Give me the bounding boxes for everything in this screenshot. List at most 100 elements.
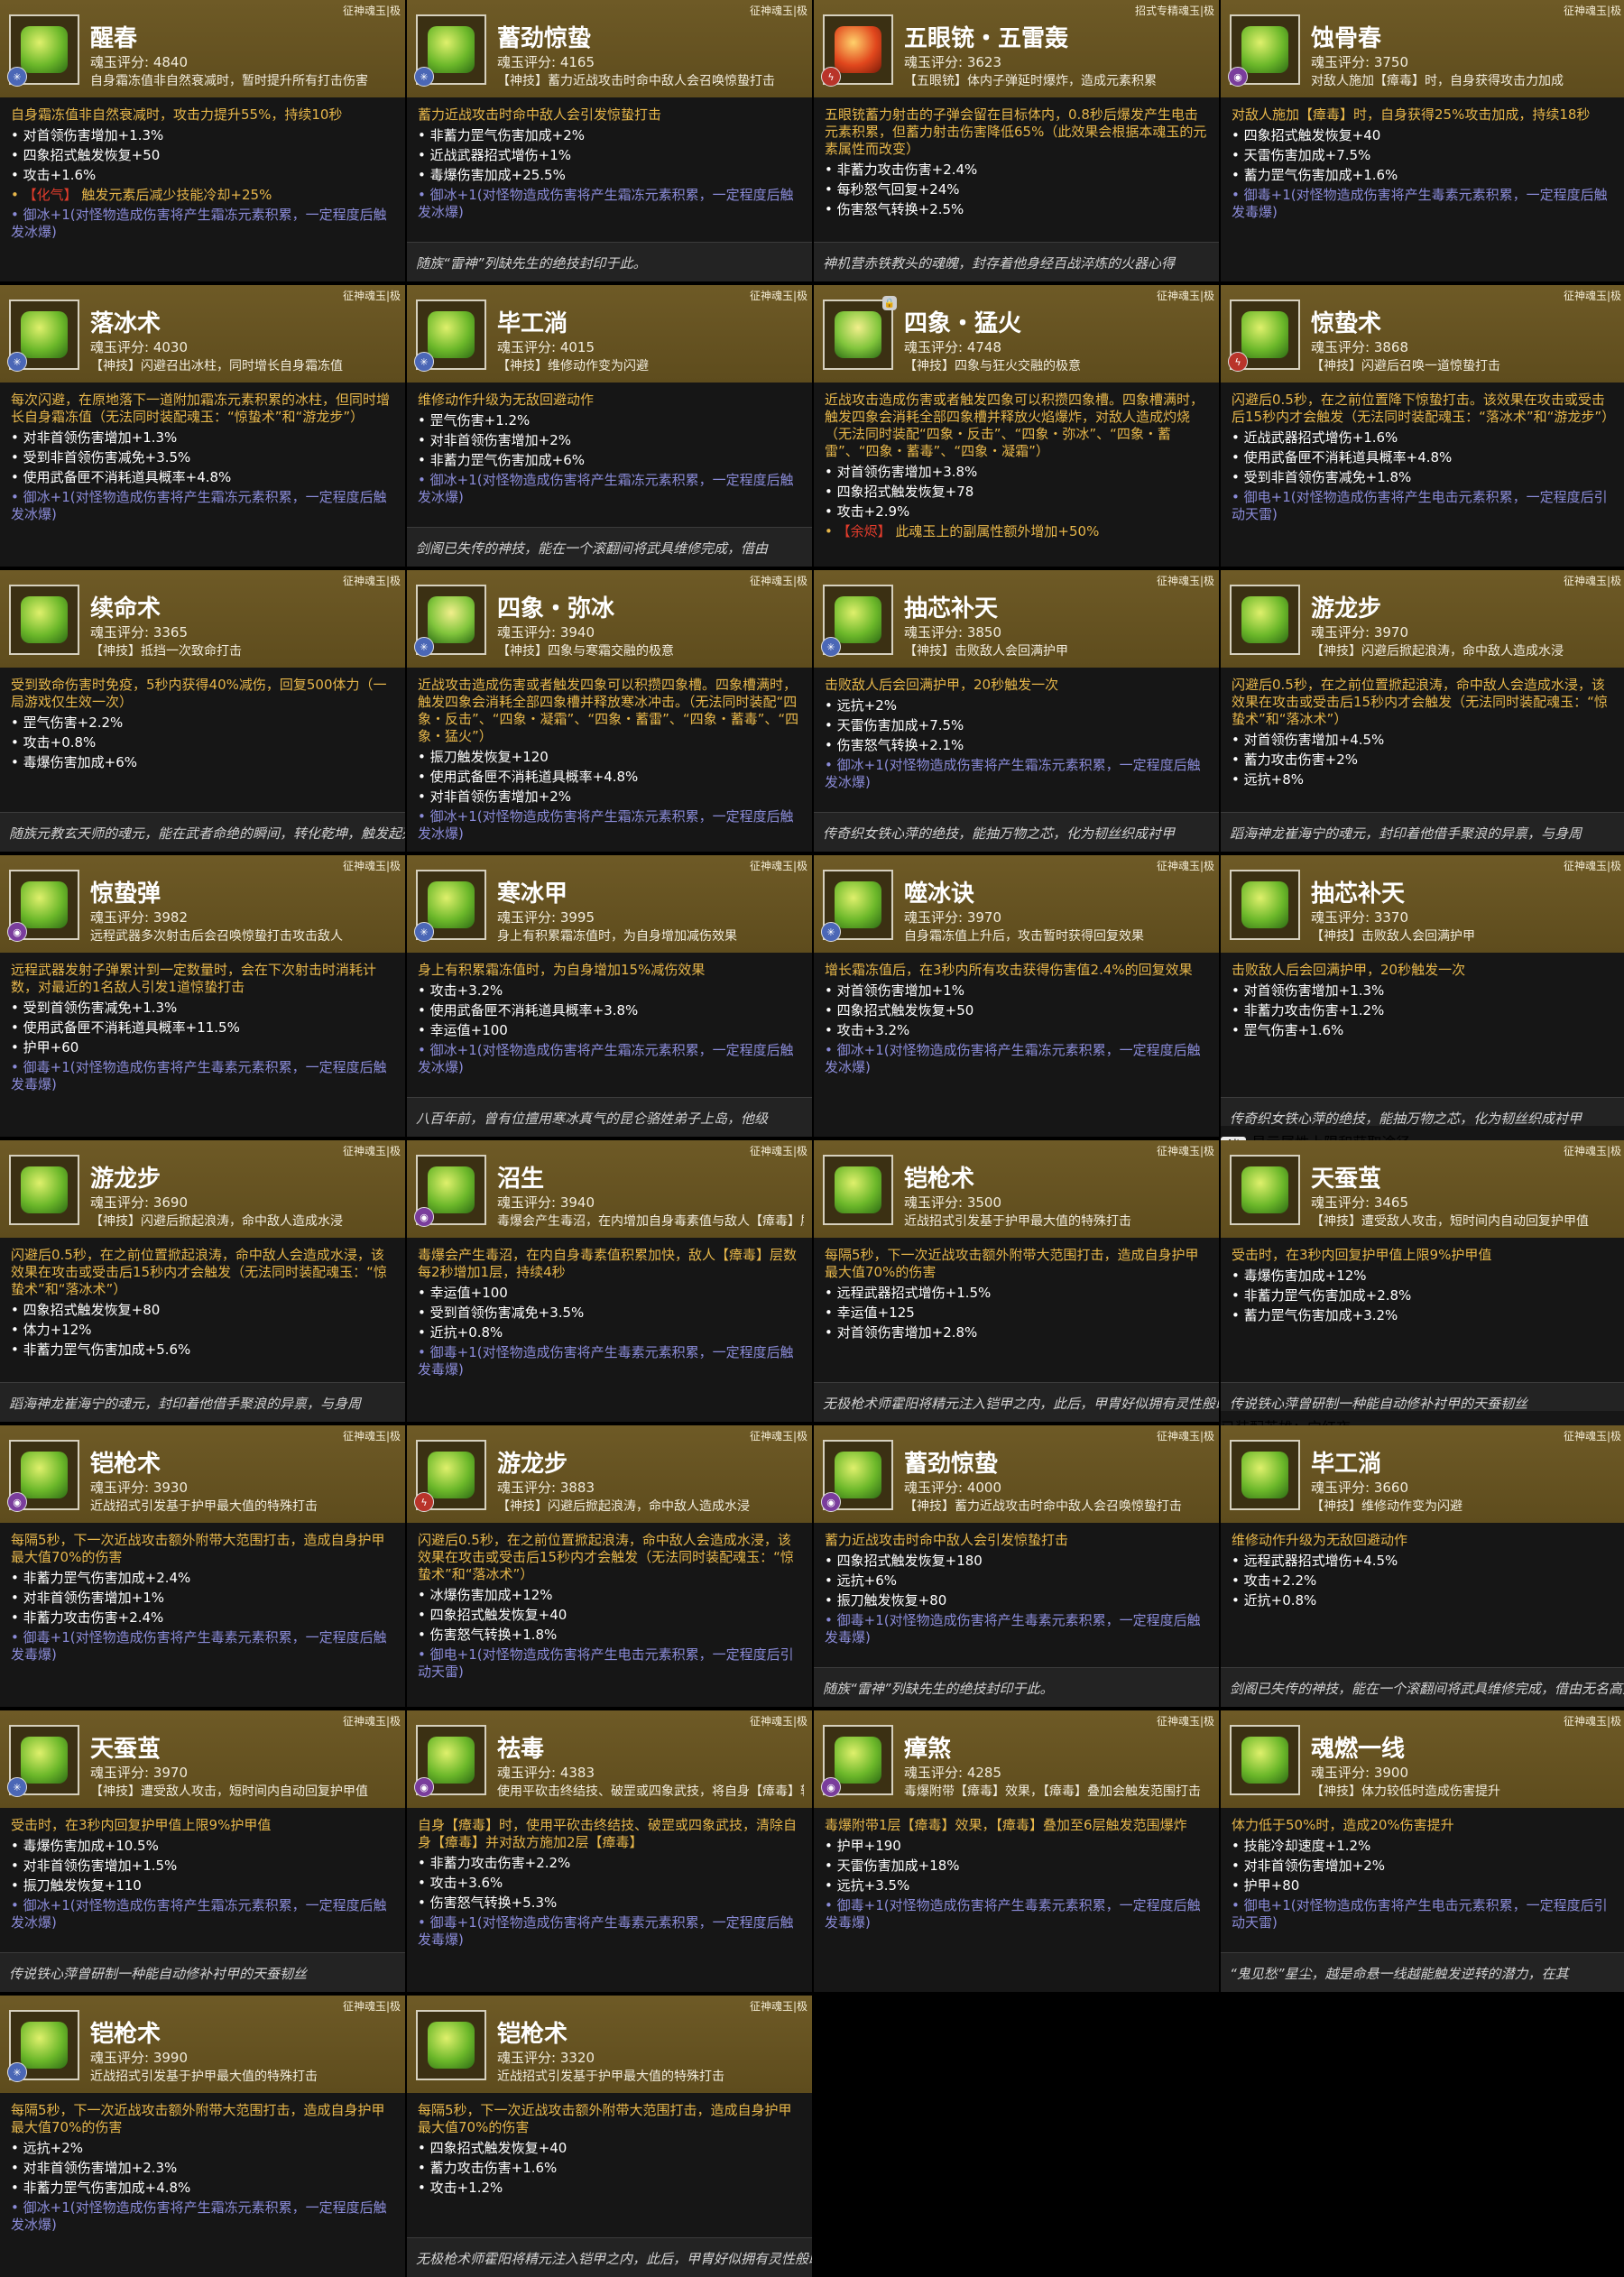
element-affinity-line: • 御毒+1(对怪物造成伤害将产生毒素元素积累，一定程度后触发毒爆) [418,1344,794,1378]
stat-line: • 攻击+3.2% [825,1022,910,1038]
soul-jade-card[interactable]: 征神魂玉|极 ◉ 铠枪术 魂玉评分: 3930 近战招式引发基于护甲最大值的特殊打击 每隔… [0,1425,405,1707]
stat-text: 攻击+2.2% [1243,1572,1317,1589]
thunder-element-icon: ϟ [414,1492,434,1512]
stat-line: • 受到首领伤害减免+3.5% [418,1304,585,1321]
soul-jade-score: 魂玉评分: 3990 [90,2050,188,2066]
soul-jade-icon-frame: ◉ [414,1725,486,1797]
soul-jade-card[interactable]: 征神魂玉|极 续命术 魂玉评分: 3365 【神技】抵挡一次致命打击 受到致命伤害时免疫… [0,570,405,852]
soul-jade-card[interactable]: 征神魂玉|极 ✳ 噬冰诀 魂玉评分: 3970 自身霜冻值上升后，攻击暂时获得回复效果增… [814,855,1219,1137]
flavor-text-bar: 八百年前，曾有位擅用寒冰真气的昆仑骆姓弟子上岛，他级 [407,1097,812,1137]
soul-jade-card[interactable]: 征神魂玉|极 ◉ 瘴煞 魂玉评分: 4285 毒爆附带【瘴毒】效果，【瘴毒】叠加会触发范… [814,1710,1219,1992]
element-affinity-text: 御冰+1(对怪物造成伤害将产生霜冻元素积累，一定程度后触发冰爆) [11,2199,387,2233]
green-sun-icon [1241,1452,1288,1498]
soul-jade-name: 蚀骨春 [1311,25,1382,52]
soul-jade-card[interactable]: 征神魂玉|极 毕工淌 魂玉评分: 3660 【神技】维修动作变为闪避 维修动作升级为无敌… [1221,1425,1624,1707]
card-body: 每隔5秒，下一次近战攻击额外附带大范围打击，造成自身护甲最大值70%的伤害 • 四… [418,2102,804,2199]
card-header: 征神魂玉|极 ◉ 蓄劲惊蛰 魂玉评分: 4000 【神技】蓄力近战攻击时命中敌人会召唤惊… [814,1425,1219,1523]
stat-text: 攻击+1.2% [429,2180,503,2196]
soul-jade-card[interactable]: 征神魂玉|极 ✳ 落冰术 魂玉评分: 4030 【神技】闪避召出冰柱，同时增长自身霜冻值… [0,285,405,567]
flavor-text: 随族“雷神”列缺先生的绝技封印于此。 [823,1681,1054,1697]
soul-jade-card[interactable]: 征神魂玉|极 ◉ 蓄劲惊蛰 魂玉评分: 4000 【神技】蓄力近战攻击时命中敌人会召唤惊… [814,1425,1219,1707]
soul-jade-name: 蓄劲惊蛰 [497,25,592,52]
stat-line: • 护甲+190 [825,1838,901,1854]
stat-line: • 技能冷却速度+1.2% [1232,1838,1371,1854]
soul-jade-score: 魂玉评分: 3868 [1311,339,1408,355]
green-scroll-icon [835,1166,881,1213]
soul-jade-card[interactable]: 征神魂玉|极 铠枪术 魂玉评分: 3320 近战招式引发基于护甲最大值的特殊打击 每隔5… [407,1996,812,2277]
stat-text: 护甲+80 [1243,1877,1300,1894]
red-gem-icon [835,26,881,73]
lock-icon[interactable]: 🔒 [882,296,897,310]
soul-jade-name: 铠枪术 [904,1166,975,1193]
stat-line: • 远程武器招式增伤+1.5% [825,1285,992,1301]
soul-jade-card[interactable]: 征神魂玉|极 ✳ 四象・弥冰 魂玉评分: 3940 【神技】四象与寒霜交融的极意 近战攻击… [407,570,812,852]
soul-jade-icon-frame: ✳ [414,585,486,657]
stat-line: • 四象招式触发恢复+40 [1232,127,1381,143]
stat-line: • 攻击+0.8% [11,734,97,751]
main-effect-description: 受击时，在3秒内回复护甲值上限9%护甲值 [11,1817,272,1833]
soul-jade-card[interactable]: 征神魂玉|极 ϟ 游龙步 魂玉评分: 3883 【神技】闪避后掀起浪涛，命中敌人造成水浸… [407,1425,812,1707]
soul-jade-card[interactable]: 征神魂玉|极 铠枪术 魂玉评分: 3500 近战招式引发基于护甲最大值的特殊打击 每隔5… [814,1140,1219,1422]
soul-jade-card[interactable]: 征神魂玉|极 魂燃一线 魂玉评分: 3900 【神技】体力较低时造成伤害提升 体力低于5… [1221,1710,1624,1992]
stat-line: • 冰爆伤害加成+12% [418,1587,553,1603]
stat-line: • 天雷伤害加成+7.5% [825,717,964,733]
card-header: 征神魂玉|极 抽芯补天 魂玉评分: 3370 【神技】击败敌人会回满护甲 [1221,855,1624,953]
flavor-text-bar: 无极枪术师霍阳将精元注入铠甲之内，此后，甲胄好似拥有灵性般助他鏖战厮胜 [814,1382,1219,1422]
soul-jade-card[interactable]: 征神魂玉|极 ✳ 寒冰甲 魂玉评分: 3995 身上有积累霜冻值时，为自身增加减伤效果身… [407,855,812,1137]
stat-line: • 对首领伤害增加+1.3% [11,127,164,143]
soul-jade-card[interactable]: 征神魂玉|极 ◉ 蚀骨春 魂玉评分: 3750 对敌人施加【瘴毒】时，自身获得攻击力加成… [1221,0,1624,281]
soul-jade-summary: 【神技】闪避后掀起浪涛，命中敌人造成水浸 [497,1499,750,1514]
card-header: 征神魂玉|极 ✳ 毕工淌 魂玉评分: 4015 【神技】维修动作变为闪避 [407,285,812,383]
soul-jade-card[interactable]: 征神魂玉|极 ✳ 蓄劲惊蛰 魂玉评分: 4165 【神技】蓄力近战攻击时命中敌人会召唤惊… [407,0,812,281]
stat-line: • 受到首领伤害减免+1.3% [11,1000,178,1016]
soul-jade-summary: 【神技】四象与狂火交融的极意 [904,359,1081,373]
stat-text: 蓄力罡气伤害加成+3.2% [1243,1307,1398,1323]
green-sun-icon [21,596,68,643]
soul-jade-card[interactable]: 征神魂玉|极 ✳ 抽芯补天 魂玉评分: 3850 【神技】击败敌人会回满护甲 击败敌人后会… [814,570,1219,852]
soul-jade-card[interactable]: 征神魂玉|极 游龙步 魂玉评分: 3690 【神技】闪避后掀起浪涛，命中敌人造成水浸闪… [0,1140,405,1422]
stat-text: 对非首领伤害增加+2% [1243,1858,1385,1874]
soul-jade-summary: 【神技】维修动作变为闪避 [497,359,649,373]
stat-text: 受到首领伤害减免+1.3% [23,1000,178,1016]
soul-jade-card[interactable]: 征神魂玉|极 ◉ 惊蛰弹 魂玉评分: 3982 远程武器多次射击后会召唤惊蛰打击攻击敌人… [0,855,405,1137]
soul-jade-card[interactable]: 征神魂玉|极 🔒 四象・猛火 魂玉评分: 4748 【神技】四象与狂火交融的极意 近战攻击… [814,285,1219,567]
flavor-text-bar: 传说铁心萍曾研制一种能自动修补衬甲的天蚕韧丝 [0,1952,405,1992]
stat-line: • 对非首领伤害增加+2% [418,788,571,805]
soul-jade-card[interactable]: 征神魂玉|极 ◉ 沼生 魂玉评分: 3940 毒爆会产生毒沼，在内增加自身毒素值与敌人【… [407,1140,812,1422]
soul-jade-icon-frame: ✳ [7,14,79,87]
soul-jade-card[interactable]: 征神魂玉|极 ◉ 祛毒 魂玉评分: 4383 使用平砍击终结技、破罡或四象武技，将自身【… [407,1710,812,1992]
soul-jade-card[interactable]: 征神魂玉|极 ✳ 天蚕茧 魂玉评分: 3970 【神技】遭受敌人攻击，短时间内自动回复护… [0,1710,405,1992]
soul-jade-card[interactable]: 征神魂玉|极 ✳ 铠枪术 魂玉评分: 3990 近战招式引发基于护甲最大值的特殊打击 每隔… [0,1996,405,2277]
card-body: 闪避后0.5秒，在之前位置掀起浪涛，命中敌人会造成水浸，该效果在攻击或受击后15… [11,1247,397,1361]
main-effect-description: 击败敌人后会回满护甲，20秒触发一次 [825,677,1059,693]
main-effect-description: 受击时，在3秒内回复护甲值上限9%护甲值 [1232,1247,1492,1263]
soul-jade-card[interactable]: 征神魂玉|极 游龙步 魂玉评分: 3970 【神技】闪避后掀起浪涛，命中敌人造成水浸闪… [1221,570,1624,852]
soul-jade-score: 魂玉评分: 3940 [497,624,595,641]
soul-jade-card[interactable]: 征神魂玉|极 天蚕茧 魂玉评分: 3465 【神技】遭受敌人攻击，短时间内自动回复护甲… [1221,1140,1624,1422]
green-leaf-icon [835,1737,881,1784]
flavor-text: 传奇织女铁心萍的绝技，能抽万物之芯，化为韧丝织成衬甲 [1230,1111,1582,1127]
soul-jade-icon-frame [1230,585,1300,655]
stat-line: • 振刀触发恢复+110 [11,1877,142,1894]
flavor-text: 剑阁已失传的神技，能在一个滚翻间将武具维修完成，借由 [416,540,769,557]
soul-jade-card[interactable]: 征神魂玉|极 抽芯补天 魂玉评分: 3370 【神技】击败敌人会回满护甲 击败敌人后会回… [1221,855,1624,1137]
main-effect-description: 闪避后0.5秒，在之前位置掀起浪涛，命中敌人会造成水浸，该效果在攻击或受击后15… [1232,677,1608,727]
flavor-text: 蹈海神龙崔海宁的魂元，封印着他借手聚浪的异禀，与身周 [1230,825,1582,842]
stat-text: 毒爆伤害加成+25.5% [429,167,566,183]
soul-jade-card[interactable]: 征神魂玉|极 ✳ 醒春 魂玉评分: 4840 自身霜冻值非自然衰减时，暂时提升所有打击伤… [0,0,405,281]
green-leaf-icon [21,311,68,358]
green-leaf-icon [21,26,68,73]
soul-jade-name: 铠枪术 [90,1451,161,1478]
ice-element-icon: ✳ [414,352,434,372]
stat-line: • 四象招式触发恢复+50 [825,1002,974,1019]
stat-text: 伤害怒气转换+5.3% [429,1894,558,1911]
flavor-text: 传说铁心萍曾研制一种能自动修补衬甲的天蚕韧丝 [1230,1396,1528,1412]
soul-jade-icon-frame: ◉ [821,1725,893,1797]
soul-jade-card[interactable]: 征神魂玉|极 ✳ 毕工淌 魂玉评分: 4015 【神技】维修动作变为闪避 维修动作升级为无… [407,285,812,567]
soul-jade-card[interactable]: 征神魂玉|极 ϟ 惊蛰术 魂玉评分: 3868 【神技】闪避后召唤一道惊蛰打击 闪避后0.… [1221,285,1624,567]
card-header: 征神魂玉|极 ◉ 蚀骨春 魂玉评分: 3750 对敌人施加【瘴毒】时，自身获得攻击力加成 [1221,0,1624,97]
stat-line: • 体力+12% [11,1322,92,1338]
flavor-text: 无极枪术师霍阳将精元注入铠甲之内，此后，甲胄好似拥有灵性般助他鏖战厮胜 [823,1396,1219,1412]
soul-jade-card[interactable]: 招式专精魂玉|极 ϟ 五眼铳・五雷轰 魂玉评分: 3623 【五眼铳】体内子弹延时爆炸，… [814,0,1219,281]
stat-line: • 四象招式触发恢复+180 [825,1553,983,1569]
